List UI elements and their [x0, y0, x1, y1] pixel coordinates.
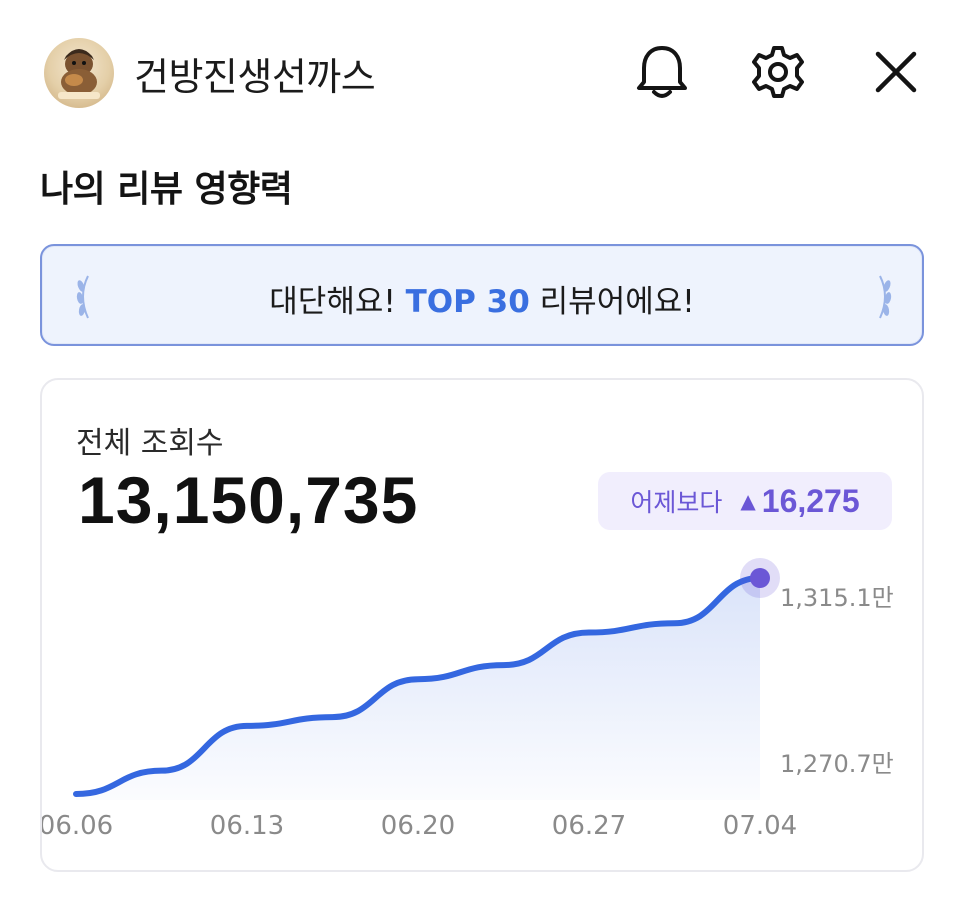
top-reviewer-banner: 대단해요! TOP 30 리뷰어에요! — [40, 244, 924, 346]
close-button[interactable] — [866, 42, 926, 102]
close-icon — [875, 51, 917, 93]
views-card: 전체 조회수 13,150,735 어제보다 ▲ 16,275 1,315.1만… — [40, 378, 924, 872]
views-chart: 1,315.1만 1,270.7만 06.06 06.13 06.20 06.27 07.0… — [42, 558, 894, 841]
header: 건방진생선까스 — [0, 0, 966, 140]
chart-ymin-label: 1,270.7만 — [780, 750, 894, 778]
chart-x-tick-label: 06.20 — [381, 811, 455, 841]
laurel-right-icon — [879, 275, 892, 319]
section-title: 나의 리뷰 영향력 — [40, 169, 293, 210]
chart-x-tick-label: 07.04 — [723, 811, 797, 841]
bell-button[interactable] — [632, 42, 692, 102]
otter-mascot-icon — [58, 49, 100, 99]
chart-x-tick-label: 06.13 — [210, 811, 284, 841]
chart-x-tick-label: 06.06 — [42, 811, 113, 841]
bell-icon — [637, 46, 687, 98]
chart-ymax-label: 1,315.1만 — [780, 584, 894, 612]
settings-button[interactable] — [748, 42, 808, 102]
banner-prefix: 대단해요! — [269, 284, 406, 320]
banner-message: 대단해요! TOP 30 리뷰어에요! — [42, 276, 922, 321]
banner-suffix: 리뷰어에요! — [529, 284, 695, 320]
chart-last-point — [750, 568, 770, 588]
chart-x-tick-label: 06.27 — [552, 811, 626, 841]
gear-icon — [752, 46, 804, 98]
shop-name: 건방진생선까스 — [134, 55, 376, 99]
shop-avatar[interactable] — [44, 38, 114, 108]
banner-highlight: TOP 30 — [405, 284, 530, 320]
